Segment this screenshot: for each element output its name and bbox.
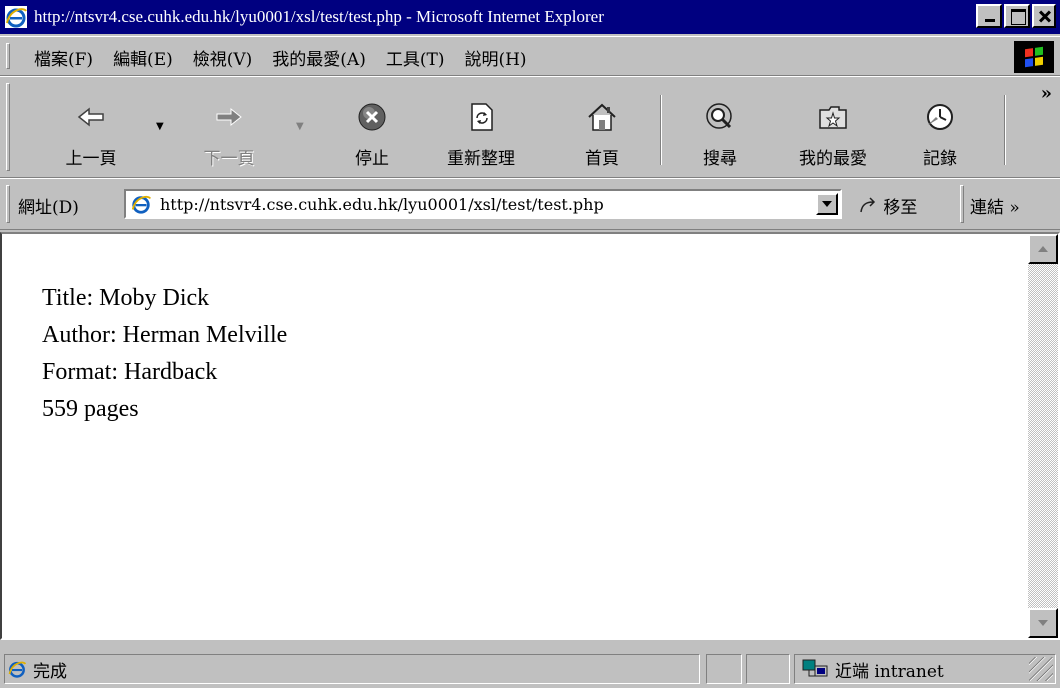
page-ie-icon xyxy=(131,195,151,214)
book-format-line: Format: Hardback xyxy=(42,359,218,385)
menu-view[interactable]: 檢視(V) xyxy=(193,45,253,70)
security-zone-panel: 近端 intranet xyxy=(794,654,1056,684)
home-icon xyxy=(588,103,616,131)
address-url[interactable]: http://ntsvr4.cse.cuhk.edu.hk/lyu0001/xs… xyxy=(160,195,604,214)
book-title-line: Title: Moby Dick xyxy=(42,285,210,311)
minimize-button[interactable] xyxy=(976,4,1002,28)
refresh-button[interactable]: 重新整理 xyxy=(426,77,536,177)
address-dropdown-button[interactable] xyxy=(816,193,838,215)
favorites-label: 我的最愛 xyxy=(799,149,867,169)
vertical-scrollbar[interactable] xyxy=(1028,234,1058,638)
forward-label: 下一頁 xyxy=(203,149,255,169)
history-button[interactable]: 記錄 xyxy=(900,77,980,177)
status-text: 完成 xyxy=(33,661,67,682)
links-grip[interactable] xyxy=(960,185,964,223)
go-arrow-icon xyxy=(860,197,876,213)
home-label: 首頁 xyxy=(585,149,619,169)
search-button[interactable]: 搜尋 xyxy=(680,77,760,177)
favorites-folder-icon xyxy=(819,106,847,129)
toolbar-separator xyxy=(660,95,662,165)
refresh-label: 重新整理 xyxy=(447,149,515,169)
go-label: 移至 xyxy=(883,198,918,218)
resize-grip[interactable] xyxy=(1029,657,1053,681)
address-input[interactable]: http://ntsvr4.cse.cuhk.edu.hk/lyu0001/xs… xyxy=(124,189,842,219)
stop-icon xyxy=(358,103,386,131)
maximize-button[interactable] xyxy=(1004,4,1030,28)
links-button[interactable]: 連結 » xyxy=(970,193,1020,218)
window-title: http://ntsvr4.cse.cuhk.edu.hk/lyu0001/xs… xyxy=(34,7,604,26)
menu-favorites[interactable]: 我的最愛(A) xyxy=(272,45,366,70)
menubar-grip[interactable] xyxy=(6,43,10,69)
status-bar: 完成 近端 intranet xyxy=(0,640,1060,688)
zone-text: 近端 intranet xyxy=(835,661,944,682)
favorites-button[interactable]: 我的最愛 xyxy=(778,77,888,177)
status-panel xyxy=(746,654,790,684)
history-label: 記錄 xyxy=(923,149,957,169)
addressbar-grip[interactable] xyxy=(6,185,10,223)
close-button[interactable] xyxy=(1032,4,1056,28)
address-bar: 網址(D) http://ntsvr4.cse.cuhk.edu.hk/lyu0… xyxy=(0,178,1060,230)
back-arrow-icon xyxy=(77,107,104,127)
toolbar-separator xyxy=(1004,95,1006,165)
address-label: 網址(D) xyxy=(18,198,79,218)
intranet-zone-icon xyxy=(802,659,828,677)
stop-button[interactable]: 停止 xyxy=(332,77,412,177)
book-author-line: Author: Herman Melville xyxy=(42,322,288,348)
status-panel xyxy=(706,654,742,684)
go-button[interactable]: 移至 xyxy=(858,193,917,218)
status-text-panel: 完成 xyxy=(4,654,700,684)
back-dropdown-icon[interactable]: ▼ xyxy=(156,121,164,132)
stop-label: 停止 xyxy=(355,149,389,169)
toolbar-grip[interactable] xyxy=(6,83,10,171)
title-bar[interactable]: http://ntsvr4.cse.cuhk.edu.hk/lyu0001/xs… xyxy=(0,0,1060,34)
back-button[interactable]: 上一頁 xyxy=(46,77,136,177)
home-button[interactable]: 首頁 xyxy=(562,77,642,177)
menu-edit[interactable]: 編輯(E) xyxy=(113,45,173,70)
toolbar-more-chevron[interactable]: » xyxy=(1041,83,1052,104)
refresh-icon xyxy=(471,103,493,131)
menu-help[interactable]: 說明(H) xyxy=(464,45,526,70)
forward-button: 下一頁 xyxy=(184,77,274,177)
menu-bar: 檔案(F) 編輯(E) 檢視(V) 我的最愛(A) 工具(T) 說明(H) xyxy=(0,36,1060,76)
document-body: Title: Moby Dick Author: Herman Melville… xyxy=(42,280,287,428)
menu-file[interactable]: 檔案(F) xyxy=(34,45,93,70)
status-ie-icon xyxy=(8,661,27,678)
search-globe-icon xyxy=(706,103,732,129)
ie-logo-icon xyxy=(5,6,27,28)
windows-logo-icon xyxy=(1014,41,1054,73)
back-label: 上一頁 xyxy=(65,149,117,169)
scroll-up-button[interactable] xyxy=(1028,234,1058,264)
forward-arrow-icon xyxy=(216,107,242,127)
page-content: Title: Moby Dick Author: Herman Melville… xyxy=(0,232,1060,640)
history-icon xyxy=(927,104,953,130)
menu-tools[interactable]: 工具(T) xyxy=(386,45,445,70)
forward-dropdown-icon: ▼ xyxy=(296,121,304,132)
book-pages-line: 559 pages xyxy=(42,396,139,422)
scroll-down-button[interactable] xyxy=(1028,608,1058,638)
search-label: 搜尋 xyxy=(703,149,737,169)
standard-toolbar: 上一頁 ▼ 下一頁 ▼ 停止 重新整理 首頁 搜尋 我的最愛 記錄 » xyxy=(0,76,1060,178)
